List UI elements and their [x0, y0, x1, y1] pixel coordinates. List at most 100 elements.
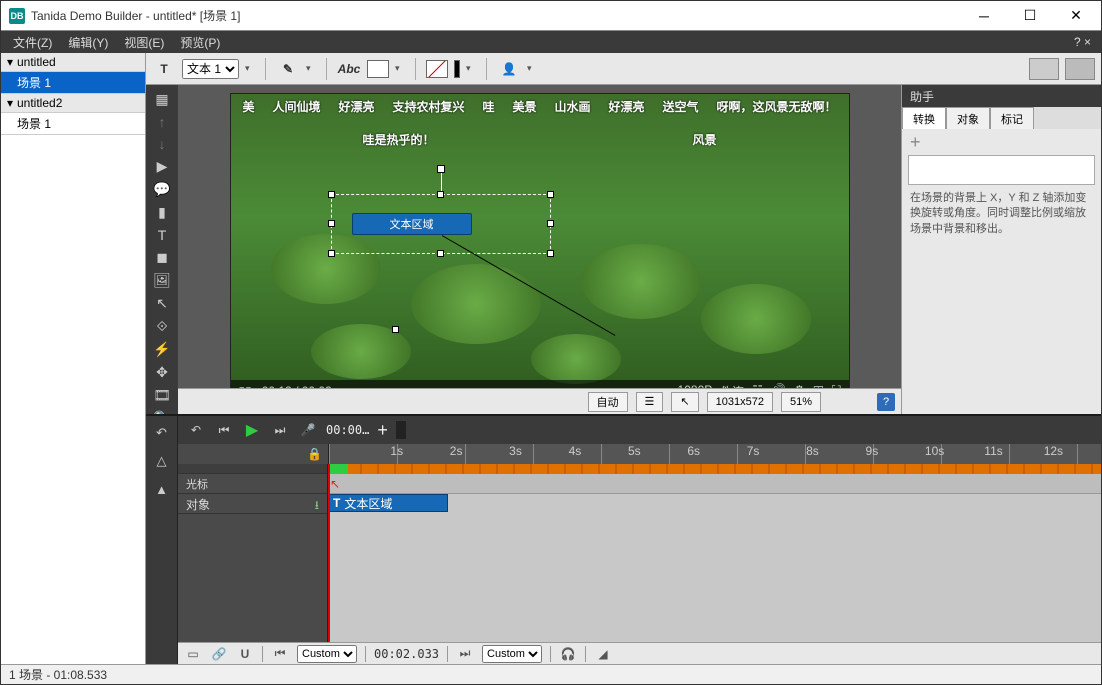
- dropdown-icon[interactable]: ▾: [466, 63, 476, 74]
- align-icon[interactable]: ☰: [636, 392, 664, 412]
- menu-file[interactable]: 文件(Z): [5, 32, 60, 53]
- undo-icon[interactable]: ↶: [186, 420, 206, 440]
- target-icon[interactable]: ✥: [151, 364, 173, 381]
- maximize-button[interactable]: ☐: [1007, 2, 1053, 30]
- volume-icon[interactable]: 🔊: [771, 383, 786, 389]
- headphones-icon[interactable]: 🎧: [559, 647, 577, 661]
- menu-view[interactable]: 视图(E): [116, 32, 172, 53]
- text-icon[interactable]: T: [151, 227, 173, 243]
- minimize-button[interactable]: ─: [961, 2, 1007, 30]
- help-icon[interactable]: ?: [877, 393, 895, 411]
- frame-mode-select-2[interactable]: Custom: [482, 645, 542, 663]
- microphone-icon[interactable]: 🎤: [298, 420, 318, 440]
- object-select[interactable]: 文本 1: [182, 59, 239, 79]
- text-tool-icon[interactable]: T: [152, 57, 176, 81]
- timeline-ruler[interactable]: 1s2s3s4s5s6s7s8s9s10s11s12s: [328, 444, 1101, 464]
- cursor-icon[interactable]: ↖: [151, 295, 173, 312]
- go-end-icon[interactable]: ⏭: [270, 420, 290, 440]
- note-icon[interactable]: ▮: [151, 204, 173, 221]
- pointer-coords-icon[interactable]: ↖: [671, 392, 698, 412]
- track-cursor[interactable]: 光标: [178, 474, 327, 494]
- arrow-down-icon[interactable]: ↓: [151, 136, 173, 152]
- menu-edit[interactable]: 编辑(Y): [60, 32, 116, 53]
- playbar-quality[interactable]: 1080P: [678, 383, 713, 389]
- undo-icon[interactable]: ↶: [151, 422, 173, 444]
- frame-mode-select[interactable]: Custom: [297, 645, 357, 663]
- close-button[interactable]: ✕: [1053, 2, 1099, 30]
- resize-handle[interactable]: [437, 250, 444, 257]
- video-playbar[interactable]: ▮▮ 00:13 / 00:03 1080P 伪连 ☷ 🔊 ⚙ ◫ ⛶: [231, 380, 849, 388]
- cursor-track-row[interactable]: ↖: [328, 474, 1101, 494]
- resize-handle[interactable]: [328, 191, 335, 198]
- flash-icon[interactable]: ⚡: [151, 341, 173, 358]
- link-icon[interactable]: 🔗: [210, 647, 228, 661]
- playhead-line[interactable]: [328, 464, 330, 642]
- resize-handle[interactable]: [547, 191, 554, 198]
- danmu-toggle-icon[interactable]: ☷: [752, 383, 763, 389]
- resize-handle[interactable]: [437, 191, 444, 198]
- resize-handle[interactable]: [547, 250, 554, 257]
- no-fill-swatch[interactable]: [426, 60, 448, 78]
- project-tree[interactable]: ▾untitled 场景 1 ▾untitled2 场景 1: [1, 53, 146, 664]
- layout-toggle-2[interactable]: [1065, 58, 1095, 80]
- resize-handle[interactable]: [328, 220, 335, 227]
- text-style-button[interactable]: Abc: [337, 57, 361, 81]
- marker-icon[interactable]: ▲: [151, 478, 173, 500]
- waveform-icon[interactable]: ◢: [594, 647, 612, 661]
- add-track-icon[interactable]: +: [377, 420, 388, 441]
- shape-icon[interactable]: ◼: [151, 249, 173, 266]
- tab-transform[interactable]: 转换: [902, 107, 946, 129]
- eyedropper-icon[interactable]: ✎: [276, 57, 300, 81]
- pip-icon[interactable]: ◫: [813, 383, 824, 389]
- scene-canvas[interactable]: 美人间仙境好漂亮支持农村复兴哇美景 山水画好漂亮送空气 呀啊，这风景无敌啊！哇是…: [230, 93, 850, 388]
- transform-list[interactable]: [908, 155, 1095, 185]
- stroke-color-swatch[interactable]: [454, 60, 460, 78]
- pause-icon[interactable]: ▮▮: [239, 384, 252, 388]
- start-marker[interactable]: [328, 464, 348, 474]
- arrow-up-icon[interactable]: ↑: [151, 114, 173, 130]
- fullscreen-icon[interactable]: ⛶: [832, 383, 840, 389]
- timeline-object-clip[interactable]: T文本区域: [328, 494, 448, 512]
- add-transform-button[interactable]: +: [902, 129, 1101, 155]
- rotate-handle[interactable]: [437, 165, 445, 173]
- tab-object[interactable]: 对象: [946, 107, 990, 129]
- dropdown-icon[interactable]: ▾: [527, 63, 537, 74]
- dropdown-icon[interactable]: ▾: [306, 63, 316, 74]
- dropdown-icon[interactable]: ▾: [245, 63, 255, 74]
- frame-strip[interactable]: [328, 464, 1101, 474]
- person-icon[interactable]: 👤: [497, 57, 521, 81]
- snap-icon[interactable]: ▭: [184, 647, 202, 661]
- zoom-slider-icon[interactable]: △: [151, 450, 173, 472]
- text-object-label[interactable]: 文本区域: [352, 213, 472, 235]
- tab-marker[interactable]: 标记: [990, 107, 1034, 129]
- tree-node-scene[interactable]: 场景 1: [1, 113, 145, 135]
- text-object-selection[interactable]: 文本区域: [331, 194, 551, 254]
- lock-icon[interactable]: 🔒: [307, 447, 322, 461]
- prev-frame-icon[interactable]: ⏮: [271, 646, 289, 661]
- next-frame-icon[interactable]: ⏭: [456, 646, 474, 661]
- marker-block[interactable]: [396, 421, 406, 439]
- play-icon[interactable]: ▶: [242, 420, 262, 440]
- path-midpoint[interactable]: [392, 326, 399, 333]
- tree-node-scene[interactable]: 场景 1: [1, 72, 145, 94]
- zoom-level[interactable]: 51%: [781, 392, 821, 412]
- speech-icon[interactable]: 💬: [151, 181, 173, 198]
- resize-handle[interactable]: [328, 250, 335, 257]
- menu-preview[interactable]: 预览(P): [172, 32, 228, 53]
- motion-icon[interactable]: ⟐: [151, 318, 173, 335]
- track-object[interactable]: 对象⭳: [178, 494, 327, 514]
- tree-node-root[interactable]: ▾untitled2: [1, 94, 145, 113]
- fill-color-swatch[interactable]: [367, 60, 389, 78]
- track-area[interactable]: ↖ T文本区域: [328, 464, 1101, 642]
- menu-help-close[interactable]: ? ×: [1068, 33, 1097, 51]
- layout-toggle-1[interactable]: [1029, 58, 1059, 80]
- magnet-icon[interactable]: U: [236, 647, 254, 661]
- dropdown-icon[interactable]: ▾: [395, 63, 405, 74]
- tree-node-root[interactable]: ▾untitled: [1, 53, 145, 72]
- grid-icon[interactable]: ▦: [151, 91, 173, 108]
- play-icon[interactable]: ▶: [151, 158, 173, 175]
- film-icon[interactable]: 🎞: [151, 387, 173, 404]
- image-icon[interactable]: 🖼: [151, 272, 173, 289]
- go-start-icon[interactable]: ⏮: [214, 420, 234, 440]
- settings-icon[interactable]: ⚙: [794, 383, 805, 389]
